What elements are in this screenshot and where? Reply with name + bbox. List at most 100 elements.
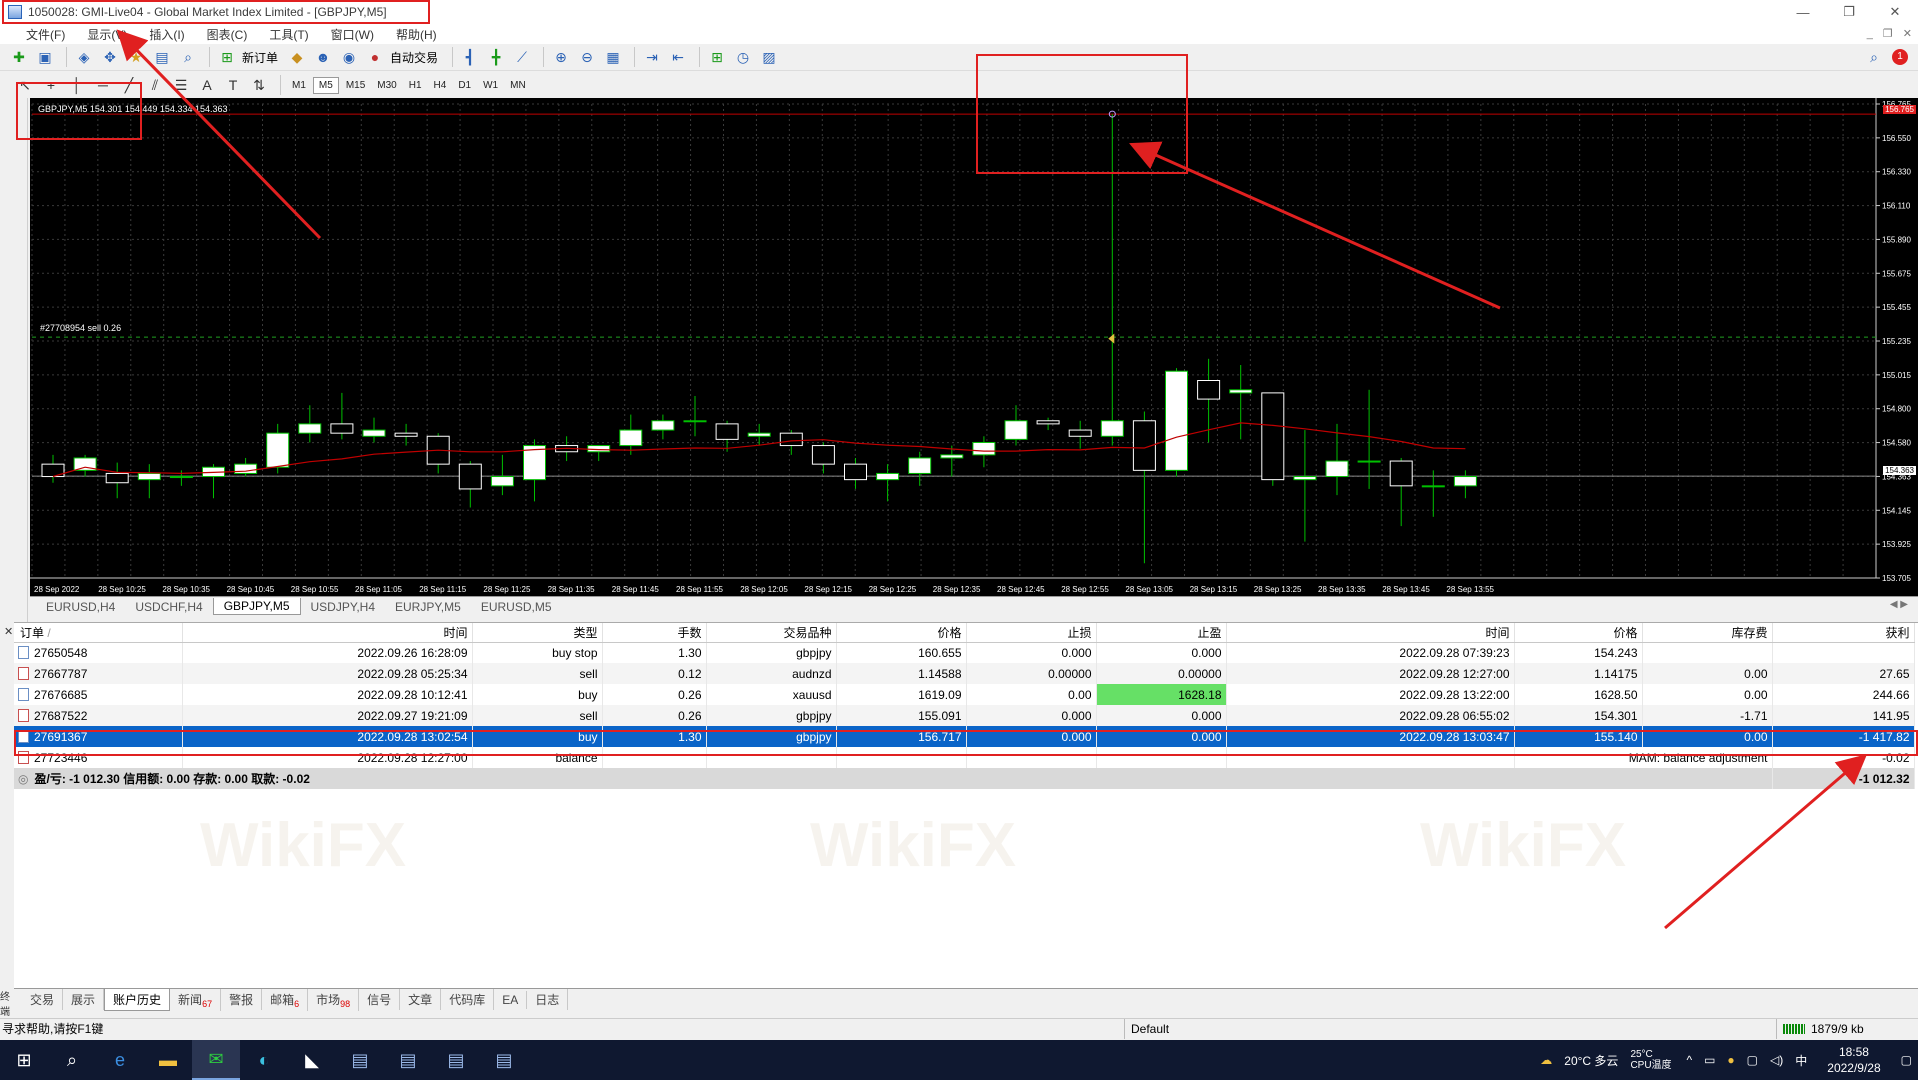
col-open-time[interactable]: 时间 — [182, 623, 473, 643]
panel-close-icon[interactable]: ✕ — [4, 625, 13, 638]
weather-temp[interactable]: 20°C 多云 — [1564, 1052, 1618, 1069]
timeframe-h1[interactable]: H1 — [404, 78, 427, 93]
menu-help[interactable]: 帮助(H) — [396, 26, 437, 43]
timeframe-m15[interactable]: M15 — [341, 78, 370, 93]
mdi-close-icon[interactable]: ✕ — [1903, 24, 1912, 44]
table-row[interactable]: 27676685 2022.09.28 10:12:41 buy 0.26 xa… — [14, 684, 1915, 705]
menu-insert[interactable]: 插入(I) — [149, 26, 184, 43]
new-chart-icon[interactable]: ✚ — [8, 47, 30, 67]
horizontal-line-icon[interactable]: ─ — [92, 75, 114, 95]
ie-browser-icon[interactable]: e — [96, 1040, 144, 1080]
timeframe-w1[interactable]: W1 — [478, 78, 503, 93]
table-row[interactable]: 27687522 2022.09.27 19:21:09 sell 0.26 g… — [14, 705, 1915, 726]
market-watch-icon[interactable]: ◈ — [73, 47, 95, 67]
trendline-icon[interactable]: ╱ — [118, 75, 140, 95]
search-icon[interactable]: ⌕ — [48, 1040, 96, 1080]
fibonacci-icon[interactable]: ☰ — [170, 75, 192, 95]
app-tray-icon[interactable]: ● — [1727, 1053, 1734, 1067]
vps-icon[interactable]: ◉ — [338, 47, 360, 67]
auto-scroll-icon[interactable]: ⇥ — [641, 47, 663, 67]
tile-windows-icon[interactable]: ▦ — [602, 47, 624, 67]
periods-icon[interactable]: ◷ — [732, 47, 754, 67]
candlestick-icon[interactable]: ╋ — [485, 47, 507, 67]
timeframe-m30[interactable]: M30 — [372, 78, 401, 93]
col-stop-loss[interactable]: 止损 — [966, 623, 1097, 643]
tab-market[interactable]: 市场98 — [308, 988, 360, 1011]
chart-tab-usdjpy-h4[interactable]: USDJPY,H4 — [301, 599, 385, 615]
tab-code-base[interactable]: 代码库 — [441, 989, 495, 1010]
mt4-window-icon[interactable]: ▤ — [336, 1040, 384, 1080]
new-order-icon[interactable]: ⊞ — [216, 47, 238, 67]
tray-expand-icon[interactable]: ^ — [1686, 1053, 1692, 1067]
tab-scroll-arrows[interactable]: ◀ ▶ — [1890, 599, 1908, 610]
col-close-price[interactable]: 价格 — [1514, 623, 1643, 643]
tab-account-history[interactable]: 账户历史 — [104, 988, 171, 1011]
profiles-icon[interactable]: ▣ — [34, 47, 56, 67]
indicators-icon[interactable]: ⊞ — [706, 47, 728, 67]
notification-icon[interactable]: 1 — [1892, 49, 1908, 65]
table-row[interactable]: 27667787 2022.09.28 05:25:34 sell 0.12 a… — [14, 663, 1915, 684]
timeframe-mn[interactable]: MN — [505, 78, 531, 93]
col-profit[interactable]: 获利 — [1772, 623, 1915, 643]
network-icon[interactable]: ▭ — [1704, 1053, 1715, 1067]
strategy-tester-icon[interactable]: ⌕ — [177, 47, 199, 67]
crosshair-icon[interactable]: + — [40, 75, 62, 95]
tab-news[interactable]: 新闻67 — [170, 988, 222, 1011]
arrows-icon[interactable]: ⇅ — [248, 75, 270, 95]
chart-tab-eurusd-h4[interactable]: EURUSD,H4 — [36, 599, 125, 615]
edge-browser-icon[interactable]: ◐ — [240, 1040, 288, 1080]
timeframe-m1[interactable]: M1 — [287, 78, 311, 93]
chart-tab-gbpjpy-m5[interactable]: GBPJPY,M5 — [212, 598, 301, 615]
table-row[interactable]: 27650548 2022.09.26 16:28:09 buy stop 1.… — [14, 642, 1915, 663]
minimize-button[interactable]: — — [1780, 0, 1826, 24]
zoom-out-icon[interactable]: ⊖ — [576, 47, 598, 67]
col-type[interactable]: 类型 — [472, 623, 603, 643]
metaeditor-icon[interactable]: ◆ — [286, 47, 308, 67]
cursor-icon[interactable]: ↖ — [14, 75, 36, 95]
menu-charts[interactable]: 图表(C) — [207, 26, 248, 43]
zoom-in-icon[interactable]: ⊕ — [550, 47, 572, 67]
ime-indicator[interactable]: 中 — [1795, 1052, 1807, 1069]
weather-icon[interactable]: ☁ — [1540, 1053, 1552, 1067]
auto-trade-icon[interactable]: ● — [364, 47, 386, 67]
search-icon[interactable]: ⌕ — [1870, 49, 1878, 66]
menu-file[interactable]: 文件(F) — [26, 26, 65, 43]
timeframe-m5[interactable]: M5 — [312, 76, 339, 94]
templates-icon[interactable]: ▨ — [758, 47, 780, 67]
chart-tab-usdchf-h4[interactable]: USDCHF,H4 — [125, 599, 212, 615]
col-ticket[interactable]: 订单 / — [14, 623, 183, 643]
auto-trade-button[interactable]: 自动交易 — [390, 49, 438, 66]
tab-exposure[interactable]: 展示 — [63, 989, 105, 1010]
col-take-profit[interactable]: 止盈 — [1096, 623, 1227, 643]
mt4-window-icon-2[interactable]: ▤ — [384, 1040, 432, 1080]
wechat-icon[interactable]: ✉ — [192, 1040, 240, 1080]
chart-shift-icon[interactable]: ⇤ — [667, 47, 689, 67]
col-symbol[interactable]: 交易品种 — [706, 623, 837, 643]
mt4-window-icon-3[interactable]: ▤ — [432, 1040, 480, 1080]
price-chart[interactable]: 156.765 156.550 156.330 156.110 155.890 155.6… — [30, 98, 1918, 596]
mdi-minimize-icon[interactable]: _ — [1867, 24, 1873, 44]
chart-tab-eurjpy-m5[interactable]: EURJPY,M5 — [385, 599, 471, 615]
volume-icon[interactable]: ◁) — [1770, 1053, 1783, 1067]
tab-signals[interactable]: 信号 — [359, 989, 401, 1010]
close-button[interactable]: ✕ — [1872, 0, 1918, 24]
col-close-time[interactable]: 时间 — [1226, 623, 1515, 643]
line-chart-icon[interactable]: ⟋ — [511, 47, 533, 67]
vertical-line-icon[interactable]: │ — [66, 75, 88, 95]
channel-icon[interactable]: ⫽ — [144, 75, 166, 95]
menu-window[interactable]: 窗口(W) — [331, 26, 374, 43]
trading-app-icon[interactable]: ◣ — [288, 1040, 336, 1080]
tab-trade[interactable]: 交易 — [22, 989, 64, 1010]
tab-experts[interactable]: EA — [494, 990, 528, 1009]
text-label-icon[interactable]: T — [222, 75, 244, 95]
start-icon[interactable]: ⊞ — [0, 1040, 48, 1080]
display-icon[interactable]: ▢ — [1747, 1053, 1758, 1067]
mdi-restore-icon[interactable]: ❐ — [1883, 24, 1893, 44]
table-row[interactable]: 27723446 2022.09.28 12:27:00 balance MAM… — [14, 747, 1915, 768]
terminal-icon[interactable]: ▤ — [151, 47, 173, 67]
maximize-button[interactable]: ❐ — [1826, 0, 1872, 24]
status-profile[interactable]: Default — [1124, 1018, 1764, 1039]
tab-journal[interactable]: 日志 — [527, 989, 569, 1010]
col-open-price[interactable]: 价格 — [836, 623, 967, 643]
menu-tools[interactable]: 工具(T) — [269, 26, 308, 43]
